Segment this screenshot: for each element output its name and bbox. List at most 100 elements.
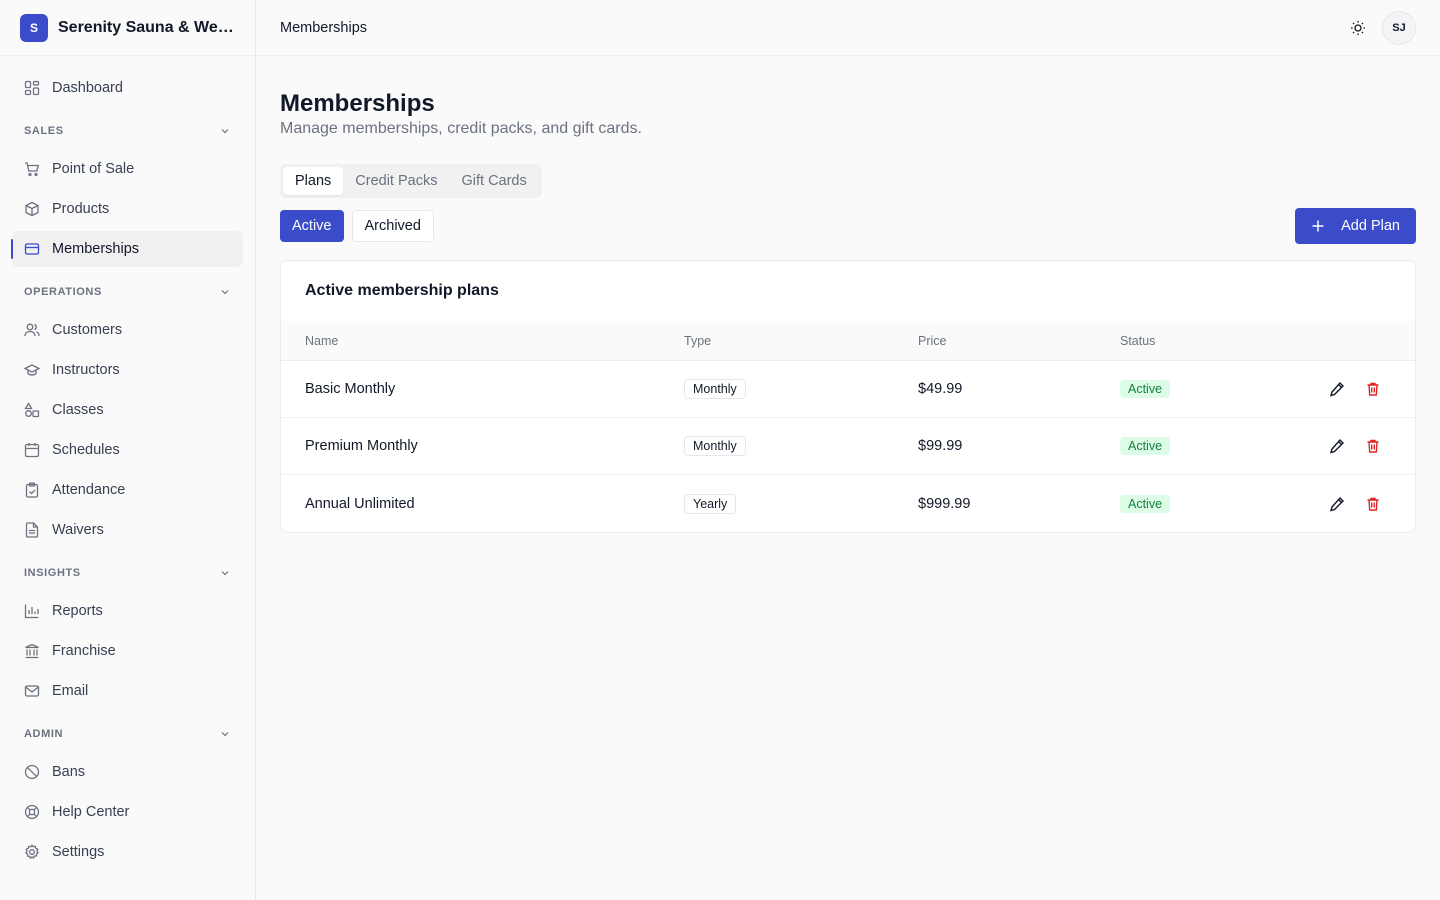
sidebar-item-email[interactable]: Email [12, 673, 243, 709]
edit-button[interactable] [1327, 494, 1347, 514]
type-badge: Monthly [684, 436, 746, 456]
row-actions [1270, 436, 1391, 456]
chevron-down-icon [221, 571, 229, 576]
tab-list: Plans Credit Packs Gift Cards [280, 164, 542, 198]
sidebar-item-label: Schedules [52, 442, 120, 458]
brand-name: Serenity Sauna & Wellness [58, 18, 235, 36]
topbar: Memberships SJ [256, 0, 1440, 56]
brand-logo: S [20, 13, 48, 42]
delete-button[interactable] [1363, 436, 1383, 456]
bank-icon [24, 643, 40, 659]
bar-chart-icon [24, 603, 40, 619]
sidebar-item-products[interactable]: Products [12, 191, 243, 227]
delete-button[interactable] [1363, 494, 1383, 514]
sidebar-item-instructors[interactable]: Instructors [12, 352, 243, 388]
filter-active-button[interactable]: Active [280, 210, 344, 242]
sidebar-item-settings[interactable]: Settings [12, 834, 243, 870]
delete-button[interactable] [1363, 379, 1383, 399]
section-admin[interactable]: ADMIN [12, 723, 243, 745]
section-label: SALES [24, 125, 64, 137]
package-icon [24, 201, 40, 217]
graduation-cap-icon [24, 362, 40, 378]
add-plan-label: Add Plan [1341, 218, 1400, 234]
mail-icon [24, 683, 40, 699]
table-row[interactable]: Basic Monthly Monthly $49.99 Active [281, 361, 1415, 418]
sidebar-item-classes[interactable]: Classes [12, 392, 243, 428]
sidebar-item-label: Dashboard [52, 80, 123, 96]
pencil-icon [1329, 496, 1344, 512]
section-operations[interactable]: OPERATIONS [12, 281, 243, 303]
sidebar-item-customers[interactable]: Customers [12, 312, 243, 348]
filter-archived-button[interactable]: Archived [351, 210, 434, 242]
sidebar-item-label: Settings [52, 844, 105, 860]
sidebar-item-label: Customers [52, 322, 123, 338]
gear-icon [24, 844, 40, 860]
card-title: Active membership plans [305, 282, 499, 299]
sidebar-item-label: Help Center [52, 804, 130, 820]
row-actions [1270, 494, 1391, 514]
tab-plans[interactable]: Plans [283, 167, 344, 195]
theme-toggle-button[interactable] [1342, 12, 1374, 44]
avatar[interactable]: SJ [1382, 10, 1416, 45]
dashboard-icon [24, 80, 40, 96]
column-header-name[interactable]: Name [305, 334, 684, 348]
sidebar-item-label: Products [52, 201, 110, 217]
edit-button[interactable] [1327, 379, 1347, 399]
users-icon [24, 322, 40, 338]
topbar-actions: SJ [1342, 10, 1416, 45]
sun-icon [1351, 20, 1365, 35]
section-insights[interactable]: INSIGHTS [12, 562, 243, 584]
table-row[interactable]: Annual Unlimited Yearly $999.99 Active [281, 475, 1415, 532]
sidebar: S Serenity Sauna & Wellness Dashboard SA… [0, 0, 256, 900]
sidebar-item-label: Point of Sale [52, 161, 135, 177]
row-actions [1270, 379, 1391, 399]
brand[interactable]: S Serenity Sauna & Wellness [0, 0, 255, 56]
section-label: ADMIN [24, 728, 64, 740]
column-header-status[interactable]: Status [1120, 334, 1270, 348]
plan-price: $99.99 [918, 438, 963, 454]
table-header: Name Type Price Status [281, 321, 1415, 361]
status-badge: Active [1120, 380, 1171, 398]
sidebar-item-bans[interactable]: Bans [12, 754, 243, 790]
sidebar-item-memberships[interactable]: Memberships [11, 231, 243, 267]
sidebar-item-label: Franchise [52, 643, 116, 659]
sidebar-item-waivers[interactable]: Waivers [12, 512, 243, 548]
edit-button[interactable] [1327, 436, 1347, 456]
sidebar-item-schedules[interactable]: Schedules [12, 432, 243, 468]
status-badge: Active [1120, 494, 1171, 513]
chevron-down-icon [221, 129, 229, 134]
plan-price: $999.99 [918, 495, 971, 512]
sidebar-item-attendance[interactable]: Attendance [12, 472, 243, 508]
add-plan-button[interactable]: Add Plan [1295, 208, 1416, 244]
chevron-down-icon [221, 732, 229, 737]
sidebar-item-label: Classes [52, 402, 104, 418]
sidebar-item-reports[interactable]: Reports [12, 593, 243, 629]
calendar-icon [24, 442, 40, 458]
section-sales[interactable]: SALES [12, 120, 243, 142]
filter-row: Active Archived Add Plan [280, 208, 1416, 244]
trash-icon [1367, 382, 1379, 396]
plan-name: Annual Unlimited [305, 495, 415, 512]
sidebar-item-point-of-sale[interactable]: Point of Sale [12, 151, 243, 187]
sidebar-item-franchise[interactable]: Franchise [12, 633, 243, 669]
sidebar-item-dashboard[interactable]: Dashboard [12, 70, 243, 106]
trash-icon [1367, 439, 1379, 453]
page-subtitle: Manage memberships, credit packs, and gi… [280, 120, 642, 137]
table-row[interactable]: Premium Monthly Monthly $99.99 Active [281, 418, 1415, 475]
sidebar-item-label: Instructors [52, 362, 120, 378]
main-content: Memberships Manage memberships, credit p… [280, 56, 1416, 533]
tab-gift-cards[interactable]: Gift Cards [449, 167, 538, 195]
plan-name: Premium Monthly [305, 438, 418, 454]
column-header-price[interactable]: Price [918, 334, 1120, 348]
credit-card-icon [24, 241, 40, 257]
sidebar-item-help-center[interactable]: Help Center [12, 794, 243, 830]
column-header-type[interactable]: Type [684, 334, 918, 348]
tab-credit-packs[interactable]: Credit Packs [343, 167, 449, 195]
pencil-icon [1329, 381, 1344, 397]
sidebar-item-label: Attendance [52, 482, 126, 498]
section-label: OPERATIONS [24, 286, 102, 298]
trash-icon [1367, 497, 1379, 511]
plans-card: Active membership plans Name Type Price … [280, 260, 1416, 533]
plus-icon [1312, 220, 1324, 232]
shapes-icon [24, 402, 40, 418]
